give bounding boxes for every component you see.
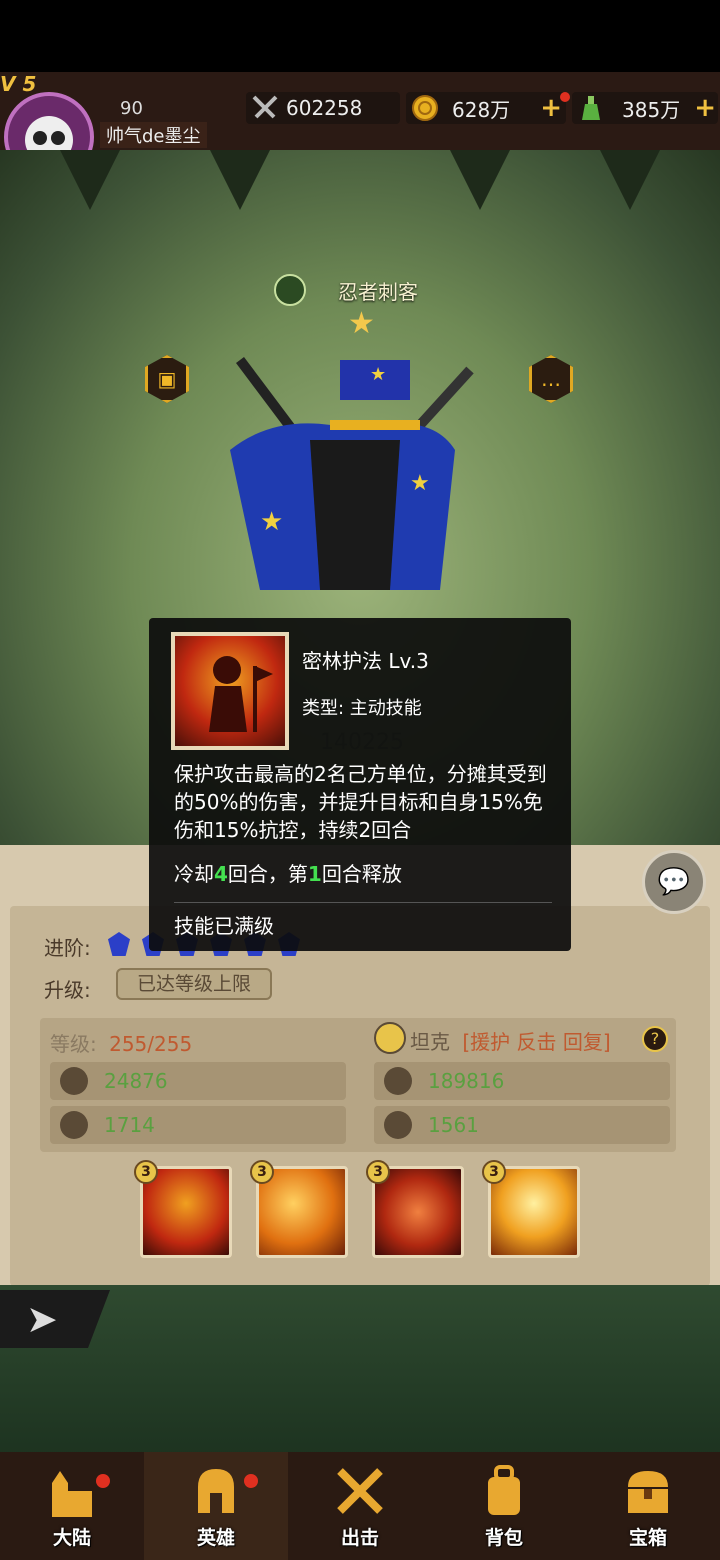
power-resource: 602258 xyxy=(246,92,400,124)
bottom-nav: 大陆 英雄 出击 背包 宝箱 xyxy=(0,1452,720,1560)
release-turn: 1 xyxy=(307,862,322,886)
heart-icon xyxy=(384,1067,412,1095)
shirt-icon: ▣ xyxy=(157,367,177,391)
notification-dot xyxy=(560,92,570,102)
nav-label: 宝箱 xyxy=(628,1527,667,1549)
castle-icon xyxy=(52,1471,92,1517)
cave-spike xyxy=(210,150,270,210)
nav-label: 大陆 xyxy=(52,1527,91,1549)
defense-stat: 1714 xyxy=(50,1106,346,1144)
help-icon[interactable]: ? xyxy=(642,1026,668,1052)
nav-item-battle[interactable]: 出击 xyxy=(288,1452,432,1560)
gold-value: 628万 xyxy=(452,97,511,122)
cave-spike xyxy=(600,150,660,210)
class-name: 坦克 xyxy=(410,1030,450,1054)
knight-silhouette-icon xyxy=(209,656,273,732)
max-level-button[interactable]: 已达等级上限 xyxy=(116,968,272,1000)
tooltip-divider xyxy=(174,902,552,903)
skill-tooltip-type: 类型: 主动技能 xyxy=(302,698,422,719)
cave-spike xyxy=(60,150,120,210)
power-value: 602258 xyxy=(286,96,363,120)
attack-value: 24876 xyxy=(104,1069,168,1093)
speed-stat: 1561 xyxy=(374,1106,670,1144)
player-name: 帅气de墨尘 xyxy=(100,122,207,148)
boot-icon xyxy=(384,1111,412,1139)
speed-value: 1561 xyxy=(428,1113,479,1137)
level-value: 255/255 xyxy=(109,1032,193,1056)
nav-label: 背包 xyxy=(484,1527,523,1549)
potion-bottle-icon xyxy=(582,96,600,120)
hero-star-icon: ★ xyxy=(348,306,375,341)
add-gold-button[interactable]: + xyxy=(540,93,562,123)
advance-gem-icon xyxy=(108,932,130,956)
svg-text:★: ★ xyxy=(370,364,386,385)
skill-tooltip-cooldown: 冷却4回合，第1回合释放 xyxy=(174,858,402,887)
shield-icon xyxy=(60,1111,88,1139)
skill-level-badge: 3 xyxy=(134,1160,158,1184)
potion-resource: 385万 + xyxy=(572,92,718,124)
gold-coin-icon xyxy=(412,95,438,121)
chat-icon: 💬 xyxy=(657,867,691,897)
hp-value: 189816 xyxy=(428,1069,505,1093)
nav-label: 英雄 xyxy=(196,1527,235,1549)
attack-icon xyxy=(60,1067,88,1095)
speech-bubble-icon: … xyxy=(541,367,561,391)
upgrade-label: 升级: xyxy=(44,978,91,1002)
tank-class-icon xyxy=(374,1022,406,1054)
notification-dot xyxy=(96,1474,110,1488)
cooldown-suffix: 回合释放 xyxy=(321,862,402,886)
hero-class-icon xyxy=(274,274,306,306)
skill-tooltip-max-level: 技能已满级 xyxy=(174,914,274,938)
chat-button[interactable]: 💬 xyxy=(642,850,706,914)
potion-value: 385万 xyxy=(622,97,681,122)
hero-character-image: ★ ★ ★ xyxy=(230,357,474,590)
level-label: 等级: xyxy=(50,1032,97,1056)
svg-text:★: ★ xyxy=(260,507,283,537)
svg-text:★: ★ xyxy=(410,471,430,496)
hp-stat: 189816 xyxy=(374,1062,670,1100)
player-level: 90 xyxy=(120,98,143,119)
crossed-swords-icon xyxy=(252,95,278,119)
skill-tooltip-icon xyxy=(171,632,289,750)
nav-item-heroes[interactable]: 英雄 xyxy=(144,1452,288,1560)
crossed-swords-icon xyxy=(337,1468,383,1514)
level-row: 等级: 255/255 xyxy=(50,1028,192,1057)
hero-name: 忍者刺客 xyxy=(338,280,418,304)
cooldown-prefix: 冷却 xyxy=(174,862,214,886)
cave-spike xyxy=(450,150,510,210)
skill-tooltip-description: 保护攻击最高的2名己方单位，分摊其受到的50%的伤害，并提升目标和自身15%免伤… xyxy=(174,762,547,842)
cooldown-turns: 4 xyxy=(214,862,228,886)
skill-level-badge: 3 xyxy=(482,1160,506,1184)
lower-background xyxy=(0,1285,720,1455)
skill-tooltip-title: 密林护法 Lv.3 xyxy=(302,649,429,673)
nav-item-treasure[interactable]: 宝箱 xyxy=(576,1452,720,1560)
cooldown-mid: 回合，第 xyxy=(227,862,308,886)
notification-dot xyxy=(244,1474,258,1488)
nav-label: 出击 xyxy=(340,1527,379,1549)
nav-item-backpack[interactable]: 背包 xyxy=(432,1452,576,1560)
skill-level-badge: 3 xyxy=(250,1160,274,1184)
gold-resource: 628万 + xyxy=(406,92,566,124)
attack-stat: 24876 xyxy=(50,1062,346,1100)
advance-label: 进阶: xyxy=(44,936,91,960)
backpack-icon xyxy=(488,1465,520,1515)
nav-item-continent[interactable]: 大陆 xyxy=(0,1452,144,1560)
treasure-chest-icon xyxy=(628,1471,668,1513)
class-row: 坦克 [援护 反击 回复] xyxy=(410,1026,611,1055)
class-tags: [援护 反击 回复] xyxy=(462,1030,611,1054)
add-potion-button[interactable]: + xyxy=(694,93,716,123)
back-arrow-icon: ➤ xyxy=(26,1297,58,1341)
stats-box: 等级: 255/255 坦克 [援护 反击 回复] ? 24876 189816… xyxy=(40,1018,676,1152)
vip-level: V 5 xyxy=(0,72,37,96)
helmet-icon xyxy=(198,1469,234,1513)
defense-value: 1714 xyxy=(104,1113,155,1137)
skill-level-badge: 3 xyxy=(366,1160,390,1184)
